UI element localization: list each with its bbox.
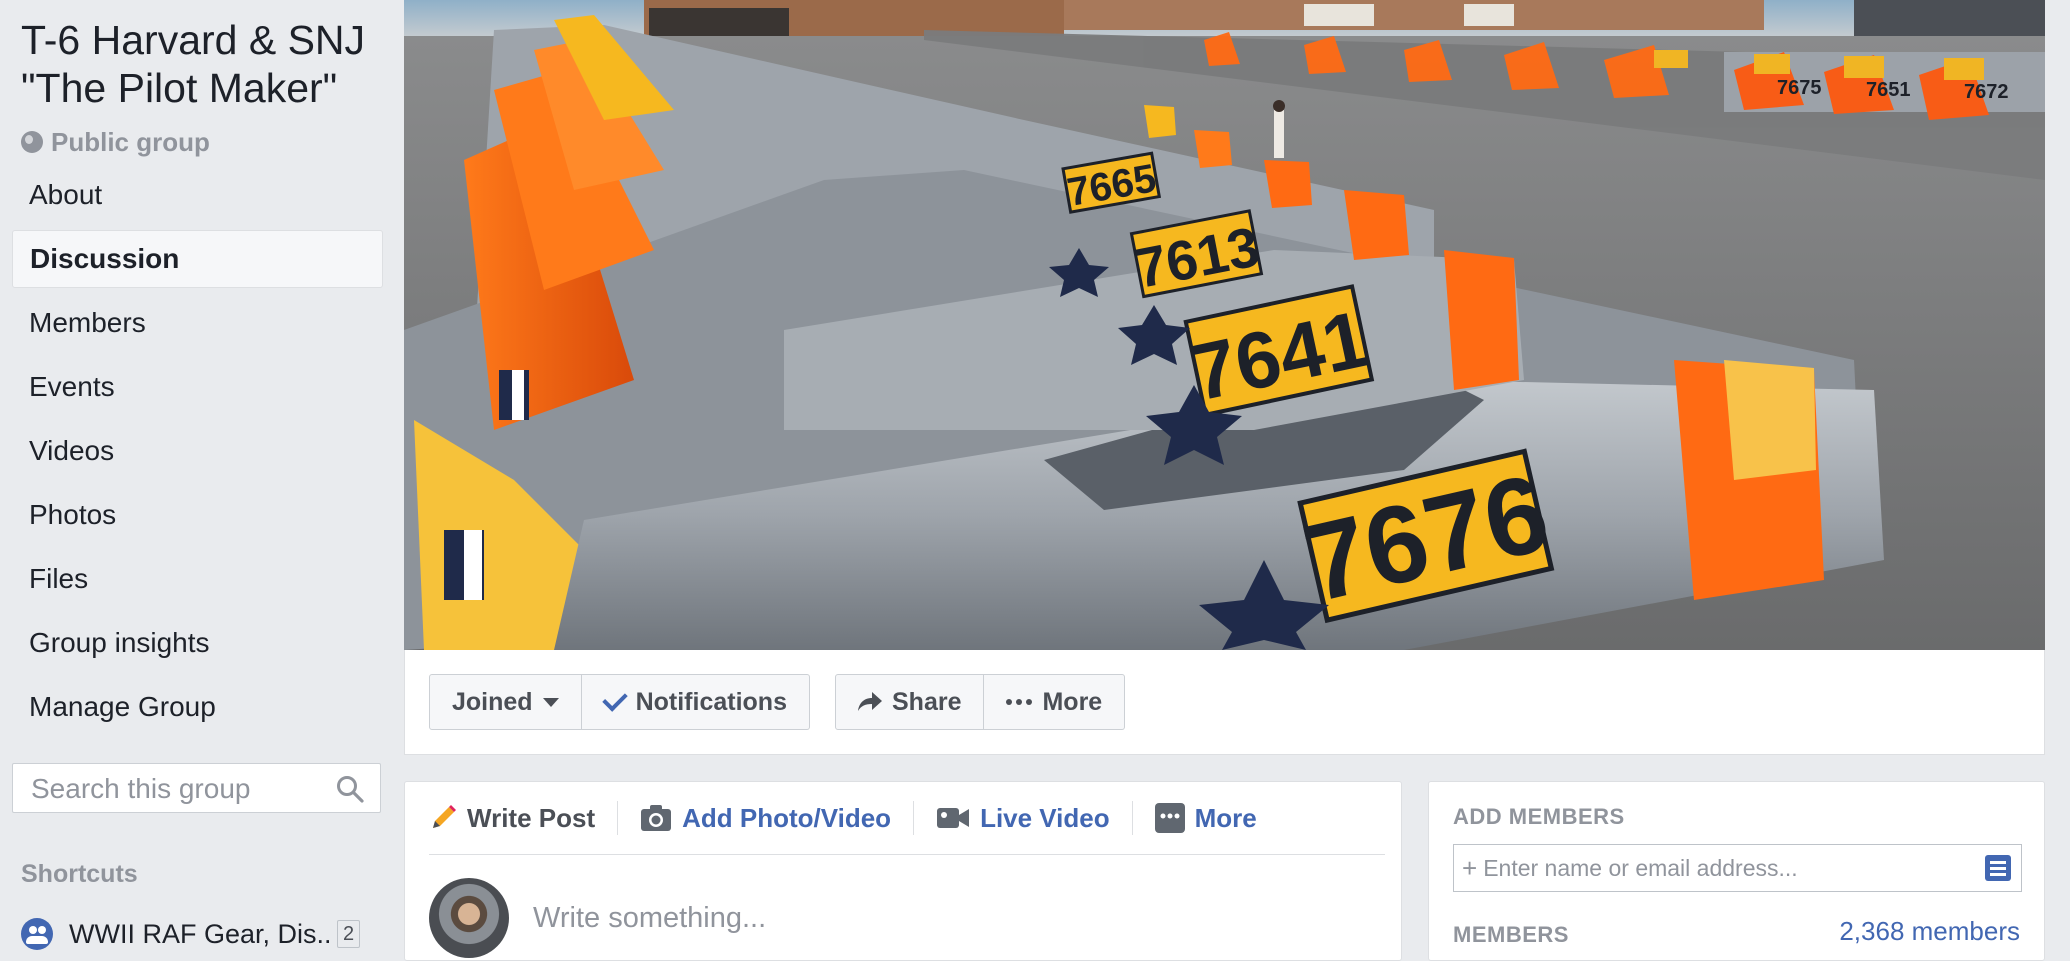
more-grid-icon (1154, 803, 1185, 833)
pencil-icon (433, 805, 456, 828)
write-post-label: Write Post (467, 802, 596, 833)
nav-item-photos[interactable]: Photos (12, 486, 383, 544)
avatar[interactable] (429, 878, 509, 958)
shortcut-label: WWII RAF Gear, Dis... (69, 918, 329, 949)
nav-item-videos[interactable]: Videos (12, 422, 383, 480)
write-something-input[interactable] (531, 892, 1235, 944)
nav-item-files[interactable]: Files (12, 550, 383, 608)
group-search-input[interactable] (29, 764, 333, 814)
share-arrow-icon (858, 692, 882, 711)
more-button[interactable]: More (984, 674, 1126, 730)
checkmark-icon (601, 686, 628, 712)
add-photo-video-label: Add Photo/Video (682, 802, 892, 833)
share-label: Share (892, 687, 962, 716)
contacts-list-icon[interactable] (1985, 855, 2011, 881)
shortcut-badge: 2 (337, 920, 361, 948)
composer-body (429, 878, 1235, 958)
group-nav: About Discussion Members Events Videos P… (12, 166, 383, 742)
add-members-input[interactable] (1481, 845, 1985, 891)
aircraft-number: 7651 (1866, 79, 1911, 101)
notifications-label: Notifications (635, 687, 787, 716)
tab-live-video[interactable]: Live Video (936, 803, 1132, 834)
caret-down-icon (542, 697, 559, 707)
members-count-link[interactable]: 2,368 members (1839, 916, 2020, 947)
privacy-label: Public group (21, 124, 210, 160)
group-search (12, 763, 381, 814)
joined-label: Joined (452, 687, 533, 716)
more-tab-label: More (1194, 802, 1257, 833)
tab-more[interactable]: More (1154, 802, 1279, 834)
add-members-heading: ADD MEMBERS (1453, 804, 1625, 829)
add-members-field: + (1453, 844, 2022, 892)
nav-item-discussion[interactable]: Discussion (12, 230, 383, 288)
nav-item-events[interactable]: Events (12, 358, 383, 416)
tab-divider (1131, 801, 1133, 835)
cover-image: 7676 7641 7613 7665 7675 7651 7672 (404, 0, 2045, 650)
left-sidebar: T-6 Harvard & SNJ "The Pilot Maker" Publ… (0, 0, 395, 954)
group-action-bar: Joined Notifications Share More (404, 650, 2045, 755)
privacy-text: Public group (51, 126, 210, 157)
post-composer: Write Post Add Photo/Video Live Video Mo… (404, 781, 1402, 961)
plus-icon: + (1462, 852, 1478, 883)
tab-divider (617, 801, 619, 835)
globe-icon (21, 131, 43, 153)
notifications-button[interactable]: Notifications (581, 674, 810, 730)
aircraft-number: 7672 (1964, 81, 2009, 103)
add-members-panel: ADD MEMBERS + MEMBERS 2,368 members (1428, 781, 2045, 961)
tab-add-photo-video[interactable]: Add Photo/Video (640, 803, 913, 834)
group-title[interactable]: T-6 Harvard & SNJ "The Pilot Maker" (21, 16, 391, 112)
aircraft-number: 7675 (1777, 77, 1822, 99)
search-icon[interactable] (336, 775, 364, 803)
ellipsis-icon (1006, 699, 1033, 705)
nav-item-members[interactable]: Members (12, 294, 383, 352)
share-more-buttons: Share More (835, 674, 1126, 730)
nav-item-manage-group[interactable]: Manage Group (12, 678, 383, 736)
tab-divider (913, 801, 915, 835)
nav-item-group-insights[interactable]: Group insights (12, 614, 383, 672)
members-heading: MEMBERS (1453, 922, 1569, 947)
video-camera-icon (937, 808, 970, 828)
tab-write-post[interactable]: Write Post (429, 803, 617, 834)
nav-item-about[interactable]: About (12, 166, 383, 224)
more-label: More (1042, 687, 1103, 716)
group-icon (21, 918, 53, 950)
camera-icon (641, 805, 672, 831)
composer-tabs: Write Post Add Photo/Video Live Video Mo… (429, 782, 1385, 855)
joined-button[interactable]: Joined (429, 674, 582, 730)
shortcuts-heading: Shortcuts (21, 860, 138, 888)
share-button[interactable]: Share (835, 674, 985, 730)
cover-photo[interactable]: 7676 7641 7613 7665 7675 7651 7672 (404, 0, 2045, 650)
membership-buttons: Joined Notifications (429, 674, 810, 730)
live-video-label: Live Video (980, 802, 1110, 833)
shortcut-item[interactable]: WWII RAF Gear, Dis... 2 (21, 912, 376, 956)
